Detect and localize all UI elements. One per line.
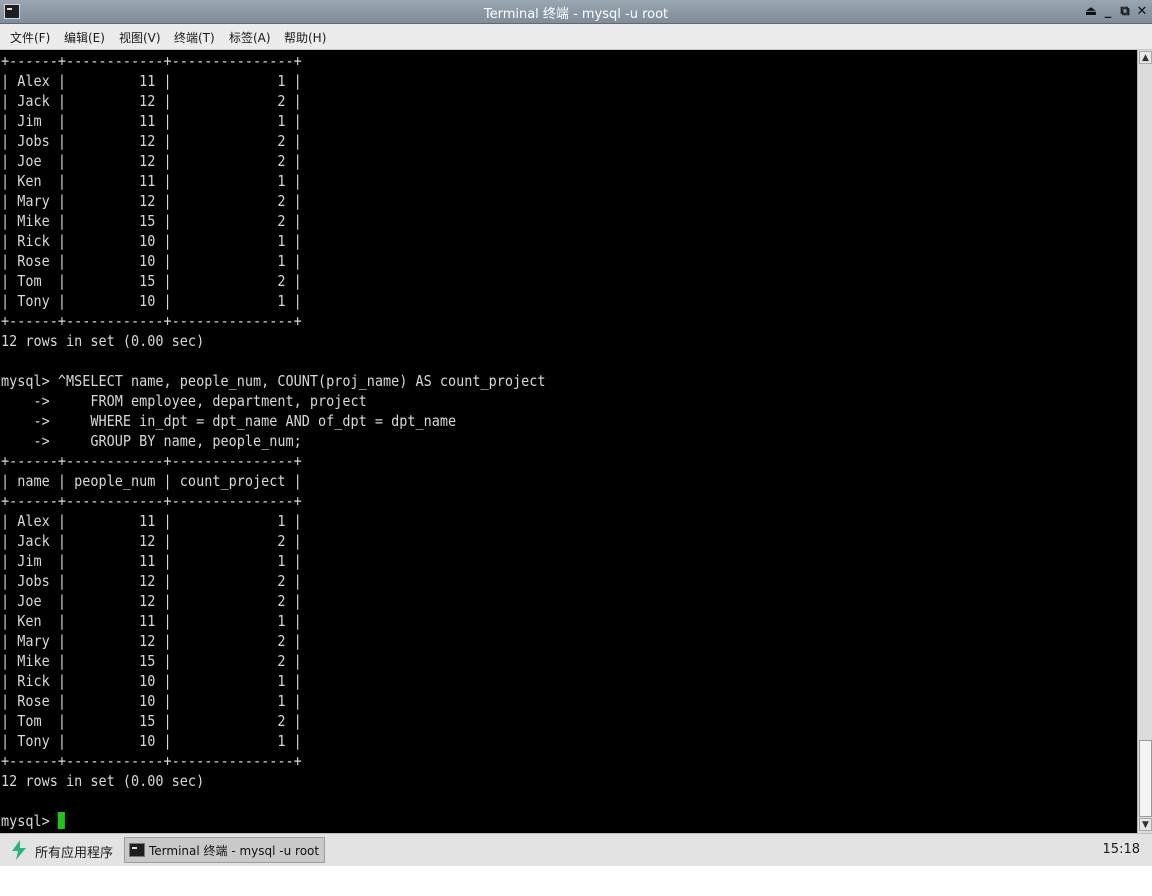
terminal-line: | Jobs | 12 | 2 | (1, 572, 302, 590)
screen-bottom-strip (0, 866, 1152, 896)
menu-terminal[interactable]: 终端(T) (174, 29, 215, 46)
all-apps-label: 所有应用程序 (35, 846, 114, 861)
terminal-line: +------+------------+---------------+ (1, 52, 302, 70)
terminal-line: | Jim | 11 | 1 | (1, 552, 302, 570)
scroll-up-icon[interactable]: ▲ (1139, 51, 1152, 64)
terminal-line: | name | people_num | count_project | (1, 472, 302, 490)
terminal-line: | Jobs | 12 | 2 | (1, 132, 302, 150)
menu-help[interactable]: 帮助(H) (284, 29, 326, 46)
mysql-prompt: mysql> (1, 812, 58, 830)
terminal-line: +------+------------+---------------+ (1, 452, 302, 470)
terminal-line: | Ken | 11 | 1 | (1, 612, 302, 630)
terminal-line: -> WHERE in_dpt = dpt_name AND of_dpt = … (33, 412, 457, 430)
terminal-line: | Tom | 15 | 2 | (1, 272, 302, 290)
menu-edit[interactable]: 编辑(E) (64, 29, 105, 46)
terminal-line: | Joe | 12 | 2 | (1, 592, 302, 610)
terminal-line: +------+------------+---------------+ (1, 312, 302, 330)
terminal-output-area[interactable]: +------+------------+---------------+ | … (0, 50, 1137, 833)
terminal-line: | Tom | 15 | 2 | (1, 712, 302, 730)
taskbar-terminal-button[interactable]: Terminal 终端 - mysql -u root (124, 837, 325, 863)
restore-icon[interactable]: ⧉ (1117, 3, 1133, 20)
terminal-icon (129, 843, 145, 857)
scroll-down-icon[interactable]: ▼ (1139, 818, 1152, 831)
terminal-line: | Alex | 11 | 1 | (1, 512, 302, 530)
window-titlebar[interactable]: Terminal 终端 - mysql -u root ⏏ _ ⧉ ✕ (0, 0, 1152, 24)
terminal-line: | Jack | 12 | 2 | (1, 92, 302, 110)
terminal-line: +------+------------+---------------+ (1, 492, 302, 510)
clock: 15:18 (1102, 842, 1140, 857)
terminal-line: | Ken | 11 | 1 | (1, 172, 302, 190)
menu-view[interactable]: 视图(V) (119, 29, 161, 46)
close-icon[interactable]: ✕ (1134, 3, 1150, 20)
menubar: 文件(F) 编辑(E) 视图(V) 终端(T) 标签(A) 帮助(H) (0, 24, 1152, 50)
taskbar-terminal-label: Terminal 终端 - mysql -u root (149, 844, 320, 858)
terminal-line: -> FROM employee, department, project (33, 392, 367, 410)
terminal-cursor (57, 812, 66, 829)
menu-tabs[interactable]: 标签(A) (229, 29, 271, 46)
terminal-line: | Jim | 11 | 1 | (1, 112, 302, 130)
minimize-icon[interactable]: _ (1100, 3, 1116, 20)
terminal-line: +------+------------+---------------+ (1, 752, 302, 770)
terminal-line: | Tony | 10 | 1 | (1, 292, 302, 310)
terminal-line: 12 rows in set (0.00 sec) (1, 332, 205, 350)
terminal-line: | Mike | 15 | 2 | (1, 212, 302, 230)
taskbar: 所有应用程序 Terminal 终端 - mysql -u root 15:18 (0, 833, 1152, 866)
terminal-line: mysql> ^MSELECT name, people_num, COUNT(… (1, 372, 546, 390)
terminal-line: | Rose | 10 | 1 | (1, 692, 302, 710)
terminal-line: | Alex | 11 | 1 | (1, 72, 302, 90)
terminal-line: | Mary | 12 | 2 | (1, 632, 302, 650)
terminal-line: | Jack | 12 | 2 | (1, 532, 302, 550)
menu-file[interactable]: 文件(F) (10, 29, 50, 46)
desktop: Terminal 终端 - mysql -u root ⏏ _ ⧉ ✕ 文件(F… (0, 0, 1152, 896)
scroll-thumb[interactable] (1139, 740, 1152, 817)
eject-icon[interactable]: ⏏ (1083, 3, 1099, 20)
terminal-line: | Mike | 15 | 2 | (1, 652, 302, 670)
window-title: Terminal 终端 - mysql -u root (483, 7, 669, 22)
terminal-line: 12 rows in set (0.00 sec) (1, 772, 205, 790)
vertical-scrollbar[interactable]: ▲ ▼ (1137, 50, 1152, 833)
terminal-line: | Mary | 12 | 2 | (1, 192, 302, 210)
terminal-line: | Rose | 10 | 1 | (1, 252, 302, 270)
terminal-text: +------+------------+---------------+ | … (1, 51, 546, 831)
terminal-line: | Joe | 12 | 2 | (1, 152, 302, 170)
terminal-line: | Rick | 10 | 1 | (1, 232, 302, 250)
terminal-line: | Rick | 10 | 1 | (1, 672, 302, 690)
terminal-line: | Tony | 10 | 1 | (1, 732, 302, 750)
app-launcher-icon (12, 840, 26, 860)
terminal-line: -> GROUP BY name, people_num; (33, 432, 302, 450)
